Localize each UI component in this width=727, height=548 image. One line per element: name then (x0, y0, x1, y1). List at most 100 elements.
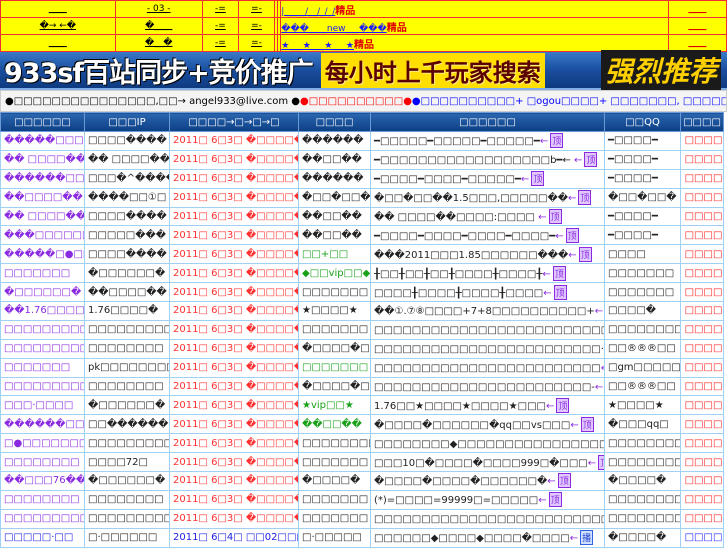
top-badge[interactable]: 顶 (553, 284, 567, 300)
top-badge[interactable]: 顶 (550, 133, 564, 149)
enter-server-link[interactable]: □□□□ (680, 414, 724, 435)
featured-link[interactable]: =- (251, 38, 262, 48)
top-badge[interactable]: 顶 (578, 190, 592, 206)
enter-server-link[interactable]: □□□□ (680, 395, 724, 416)
server-name-link[interactable]: □□□□□□□□□□ (0, 319, 85, 340)
enter-server-link[interactable]: □□□□ (680, 357, 724, 378)
top-badge[interactable]: 顶 (556, 397, 570, 413)
server-name-link[interactable]: □□□□□□□□□□□ (0, 338, 85, 359)
featured-link[interactable]: �→ ←� (40, 21, 76, 31)
server-name-link[interactable]: ��□□□76�� (0, 471, 85, 491)
top-badge[interactable]: 顶 (565, 227, 579, 243)
enter-server-link[interactable]: □□□□ (680, 244, 724, 265)
server-name-link[interactable]: ���□□□□□□ (0, 225, 85, 246)
enter-server-link[interactable]: □□□□ (680, 338, 724, 359)
featured-link[interactable]: -= (215, 4, 226, 14)
server-name-link[interactable]: ��1.76□□□□�� (0, 301, 85, 321)
server-name-link[interactable]: ������□□□ (0, 168, 85, 189)
server-name-link[interactable]: �� □□□□�� (0, 149, 85, 170)
enter-server-link[interactable]: □□□□ (680, 206, 724, 227)
enter-server-link[interactable]: □□□□ (680, 527, 724, 548)
top-badge[interactable]: 顶 (578, 246, 592, 262)
featured-cell: =- (237, 17, 276, 35)
server-name-link[interactable]: □□□□□□□□□ (0, 508, 85, 529)
featured-link[interactable]: | ____/__/_/_/ (281, 7, 335, 17)
featured-tag: 精品 (354, 39, 374, 51)
featured-link[interactable]: ���____new___��� (281, 24, 386, 34)
enter-server-link[interactable]: □□□□ (680, 131, 724, 151)
server-name-link[interactable]: □●□□□□□□□ (0, 433, 85, 454)
enter-server-link[interactable]: □□□□ (680, 489, 724, 510)
enter-server-link[interactable]: □□□□ (680, 319, 724, 340)
enter-server-link[interactable]: □□□□ (680, 149, 724, 170)
enter-server-link[interactable]: □□□□ (680, 433, 724, 454)
intro-text: �� □□□□��□□□□:□□□□ (374, 212, 539, 223)
server-version: ★□□□□★ (298, 301, 371, 321)
top-badge[interactable]: 顶 (531, 171, 545, 187)
server-name-link[interactable]: □□□·□□□□ (0, 395, 85, 416)
open-time: 2011□ 6□3□ �□□□□� (169, 395, 299, 416)
server-intro: �� □□□□��□□□□:□□□□ ← 顶 (370, 206, 605, 227)
arrow-left-icon: ← (594, 382, 604, 394)
server-name-link[interactable]: □□□□□□□□ (0, 452, 85, 473)
featured-link[interactable]: ____ (688, 21, 706, 31)
featured-link[interactable]: -= (215, 38, 226, 48)
featured-link[interactable]: ____ (688, 4, 706, 14)
promo-banner[interactable]: 933sf百站同步+竞价推广 每小时上千玩家搜索 强烈推荐 (0, 50, 727, 90)
enter-server-link[interactable]: □□□□ (680, 282, 724, 303)
arrow-left-icon: ← (570, 419, 579, 431)
featured-link[interactable]: ★___★___★___★ (281, 41, 354, 51)
featured-link[interactable]: ____ (49, 38, 67, 48)
server-name-link[interactable]: □□□□□□□ (0, 357, 85, 378)
server-name-link[interactable]: ������□□ (0, 414, 85, 435)
server-name-link[interactable]: □□□□□□□□□□□ (0, 376, 85, 397)
server-ip: □□□□□��� (84, 225, 170, 246)
featured-link[interactable]: ____ (688, 38, 706, 48)
featured-link[interactable]: -= (215, 21, 226, 31)
table-row: □□□□□□□□□□□□□□□□□□□2011□ 6□3□ �□□□□��□□□… (0, 338, 724, 359)
featured-link[interactable]: ____ (49, 4, 67, 14)
top-badge[interactable]: 顶 (598, 454, 604, 470)
top-badge[interactable]: 顶 (548, 492, 562, 508)
featured-link[interactable]: =- (251, 4, 262, 14)
top-badge[interactable]: 顶 (552, 265, 566, 281)
server-version: �□□□□�□□□□□□ (298, 338, 371, 359)
server-name-link[interactable]: □□□□□□□ (0, 263, 85, 284)
enter-server-link[interactable]: □□□□ (680, 471, 724, 491)
featured-link[interactable]: �__� (145, 38, 172, 48)
enter-server-link[interactable]: □□□□ (680, 168, 724, 189)
table-row: �� □□□□�� �� □□□□�� 2011□ 6□3□ �□□□□� ��□□�… (0, 149, 724, 170)
open-time: 2011□ 6□4□ □□02□□□ (169, 527, 299, 548)
enter-server-link[interactable]: □□□□ (680, 187, 724, 208)
intro-text: (*)=□□□□=99999□=□□□□□ (374, 495, 539, 507)
enter-server-link[interactable]: □□□□ (680, 508, 724, 529)
server-name-link[interactable]: �����□□□□ (0, 131, 85, 151)
server-name-link[interactable]: ��□□□□�� (0, 187, 85, 208)
enter-server-link[interactable]: □□□□ (680, 225, 724, 246)
open-time: 2011□ 6□3□ �□□□□� (169, 452, 299, 473)
server-name-link[interactable]: �□□□□□□� (0, 282, 85, 303)
featured-link[interactable]: =- (251, 21, 262, 31)
server-ip: □□□□□□□□□ (84, 319, 170, 340)
enter-server-link[interactable]: □□□□ (680, 301, 724, 321)
server-name-link[interactable]: □□□□□·□□ (0, 527, 85, 548)
top-badge[interactable]: 顶 (580, 416, 594, 432)
top-badge[interactable]: 顶 (548, 209, 562, 224)
enter-server-link[interactable]: □□□□ (680, 452, 724, 473)
broadcast-badge[interactable]: 播 (580, 530, 594, 546)
intro-text: □□□□□□□□□□□□□□□□□□□□□□□□· (374, 344, 605, 356)
featured-link[interactable]: - 03 - (147, 4, 171, 14)
intro-text: □□□10□�□□□□�□□□□999□�□□□ (374, 457, 588, 469)
server-intro: □□□□□□□□◆□□□□□□□□□□□□□□□□←顶 (370, 433, 605, 454)
top-badge[interactable]: 顶 (557, 473, 571, 489)
featured-link[interactable]: �____ (145, 21, 172, 31)
server-name-link[interactable]: □□□□□□□□ (0, 489, 85, 510)
server-name-link[interactable]: �� □□□□�� (0, 206, 85, 227)
enter-server-link[interactable]: □□□□ (680, 263, 724, 284)
top-badge[interactable]: 顶 (584, 152, 598, 168)
enter-server-link[interactable]: □□□□ (680, 376, 724, 397)
arrow-left-icon: ← (587, 457, 597, 469)
server-name-link[interactable]: �����□●□□ (0, 244, 85, 265)
server-version: ��□□�� (298, 149, 371, 170)
banner-text-2: 每小时上千玩家搜索 (320, 52, 545, 88)
